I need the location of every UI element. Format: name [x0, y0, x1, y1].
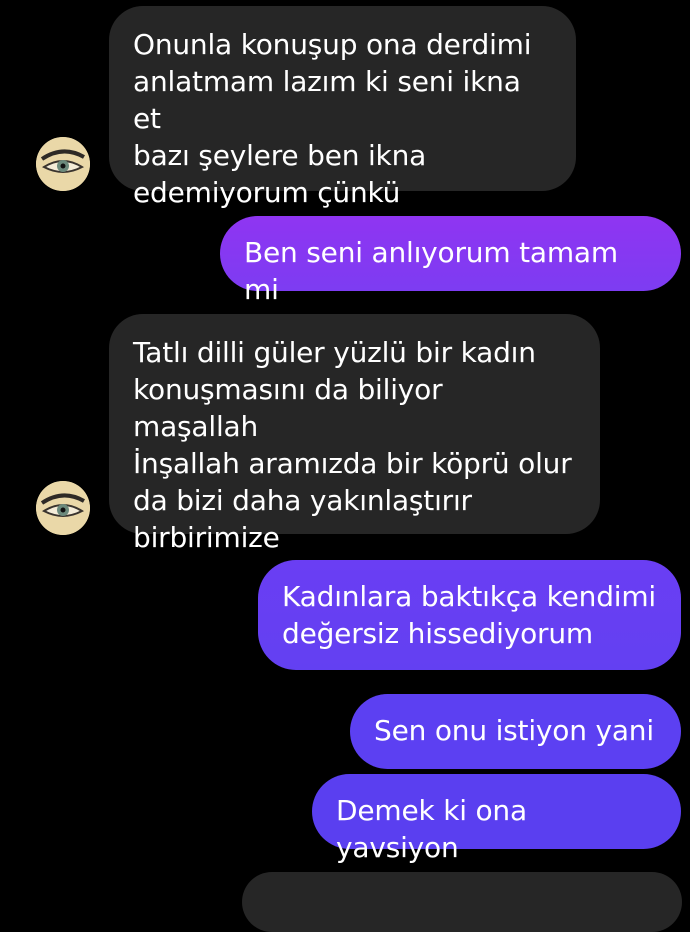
incoming-message-bubble[interactable]: Onunla konuşup ona derdimi anlatmam lazı…	[109, 6, 576, 209]
outgoing-message-bubble[interactable]: Ben seni anlıyorum tamam mi	[220, 216, 681, 306]
outgoing-message-bubble[interactable]: Sen onu istiyon yani	[350, 694, 681, 769]
incoming-message-bubble[interactable]	[242, 872, 682, 932]
eye-icon	[36, 137, 90, 191]
eye-icon	[36, 481, 90, 535]
message-thread[interactable]: Onunla konuşup ona derdimi anlatmam lazı…	[0, 0, 690, 932]
sender-avatar[interactable]	[36, 481, 90, 535]
incoming-message-bubble[interactable]: Tatlı dilli güler yüzlü bir kadın konuşm…	[109, 314, 600, 554]
outgoing-message-bubble[interactable]: Demek ki ona yavsiyon	[312, 774, 681, 864]
outgoing-message-bubble[interactable]: Kadınlara baktıkça kendimi değersiz hiss…	[258, 560, 681, 670]
sender-avatar[interactable]	[36, 137, 90, 191]
